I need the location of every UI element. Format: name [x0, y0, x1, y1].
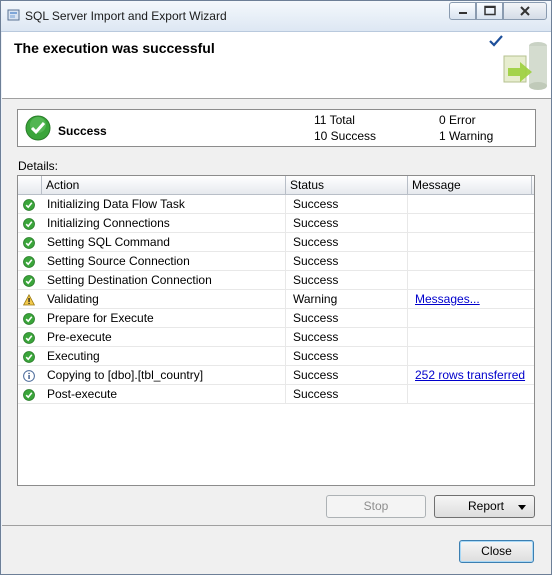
- title-bar: SQL Server Import and Export Wizard: [1, 1, 551, 32]
- button-separator: [2, 525, 551, 526]
- message-link[interactable]: Messages...: [415, 292, 480, 306]
- message-cell: [408, 347, 532, 366]
- table-row[interactable]: Initializing Connections Success: [18, 214, 534, 233]
- row-icon-cell: [18, 290, 42, 309]
- icon-column-header: [18, 176, 42, 194]
- action-cell: Executing: [42, 347, 286, 366]
- minimize-button[interactable]: [449, 2, 476, 20]
- close-icon: [520, 6, 530, 16]
- success-large-icon: [25, 115, 51, 141]
- message-cell: [408, 214, 532, 233]
- row-icon-cell: [18, 252, 42, 271]
- status-cell: Success: [286, 214, 408, 233]
- action-cell: Pre-execute: [42, 328, 286, 347]
- table-row[interactable]: Post-execute Success: [18, 385, 534, 404]
- table-row[interactable]: Prepare for Execute Success: [18, 309, 534, 328]
- maximize-icon: [484, 5, 496, 16]
- dropdown-arrow-icon: [518, 505, 526, 510]
- action-column-header[interactable]: Action: [42, 176, 286, 194]
- row-icon-cell: [18, 328, 42, 347]
- window-title: SQL Server Import and Export Wizard: [25, 9, 227, 23]
- table-row[interactable]: Copying to [dbo].[tbl_country] Success 252…: [18, 366, 534, 385]
- table-row[interactable]: Setting SQL Command Success: [18, 233, 534, 252]
- message-cell: [408, 309, 532, 328]
- close-button[interactable]: Close: [459, 540, 534, 563]
- message-cell: [408, 385, 532, 404]
- wizard-window: SQL Server Import and Export Wizard The …: [0, 0, 552, 575]
- action-cell: Prepare for Execute: [42, 309, 286, 328]
- status-cell: Success: [286, 252, 408, 271]
- action-cell: Setting Destination Connection: [42, 271, 286, 290]
- message-cell: [408, 271, 532, 290]
- status-cell: Success: [286, 328, 408, 347]
- table-row[interactable]: Setting Source Connection Success: [18, 252, 534, 271]
- table-row[interactable]: Pre-execute Success: [18, 328, 534, 347]
- status-cell: Success: [286, 233, 408, 252]
- warning-count: 1 Warning: [439, 129, 494, 143]
- maximize-button[interactable]: [476, 2, 503, 20]
- table-row[interactable]: Initializing Data Flow Task Success: [18, 195, 534, 214]
- status-cell: Success: [286, 347, 408, 366]
- success-count: 10 Success: [314, 129, 377, 143]
- message-cell: [408, 195, 532, 214]
- message-cell: Messages...: [408, 290, 532, 309]
- message-cell: [408, 328, 532, 347]
- row-icon-cell: [18, 309, 42, 328]
- status-cell: Success: [286, 195, 408, 214]
- stop-button[interactable]: Stop: [326, 495, 426, 518]
- details-table: Action Status Message Initializing Data …: [17, 175, 535, 486]
- minimize-icon: [459, 12, 467, 14]
- summary-box: Success 11 Total 10 Success 0 Error 1 Wa…: [17, 109, 536, 147]
- status-cell: Success: [286, 366, 408, 385]
- status-cell: Warning: [286, 290, 408, 309]
- content-area: Success 11 Total 10 Success 0 Error 1 Wa…: [2, 99, 551, 574]
- status-cell: Success: [286, 271, 408, 290]
- action-cell: Post-execute: [42, 385, 286, 404]
- action-cell: Setting Source Connection: [42, 252, 286, 271]
- report-button[interactable]: Report: [434, 495, 535, 518]
- report-button-label: Report: [468, 499, 505, 513]
- status-column-header[interactable]: Status: [286, 176, 408, 194]
- summary-status: Success: [58, 124, 107, 138]
- row-icon-cell: [18, 214, 42, 233]
- action-cell: Initializing Data Flow Task: [42, 195, 286, 214]
- status-cell: Success: [286, 385, 408, 404]
- success-icon: [23, 388, 35, 407]
- details-label: Details:: [18, 159, 59, 173]
- table-row[interactable]: Executing Success: [18, 347, 534, 366]
- message-cell: 252 rows transferred: [408, 366, 532, 385]
- action-cell: Validating: [42, 290, 286, 309]
- row-icon-cell: [18, 271, 42, 290]
- table-header: Action Status Message: [18, 176, 534, 195]
- action-cell: Initializing Connections: [42, 214, 286, 233]
- table-row[interactable]: Validating Warning Messages...: [18, 290, 534, 309]
- wizard-app-icon: [7, 9, 20, 21]
- page-title: The execution was successful: [14, 40, 215, 56]
- message-cell: [408, 252, 532, 271]
- table-row[interactable]: Setting Destination Connection Success: [18, 271, 534, 290]
- wizard-banner-icon: [503, 42, 547, 90]
- message-link[interactable]: 252 rows transferred: [415, 368, 525, 382]
- close-window-button[interactable]: [503, 2, 547, 20]
- row-icon-cell: [18, 347, 42, 366]
- error-count: 0 Error: [439, 113, 476, 127]
- action-cell: Copying to [dbo].[tbl_country]: [42, 366, 286, 385]
- total-count: 11 Total: [314, 113, 355, 127]
- action-cell: Setting SQL Command: [42, 233, 286, 252]
- row-icon-cell: [18, 366, 42, 385]
- message-cell: [408, 233, 532, 252]
- row-icon-cell: [18, 195, 42, 214]
- message-column-header[interactable]: Message: [408, 176, 532, 194]
- status-cell: Success: [286, 309, 408, 328]
- page-header: The execution was successful: [2, 32, 551, 99]
- row-icon-cell: [18, 385, 42, 404]
- row-icon-cell: [18, 233, 42, 252]
